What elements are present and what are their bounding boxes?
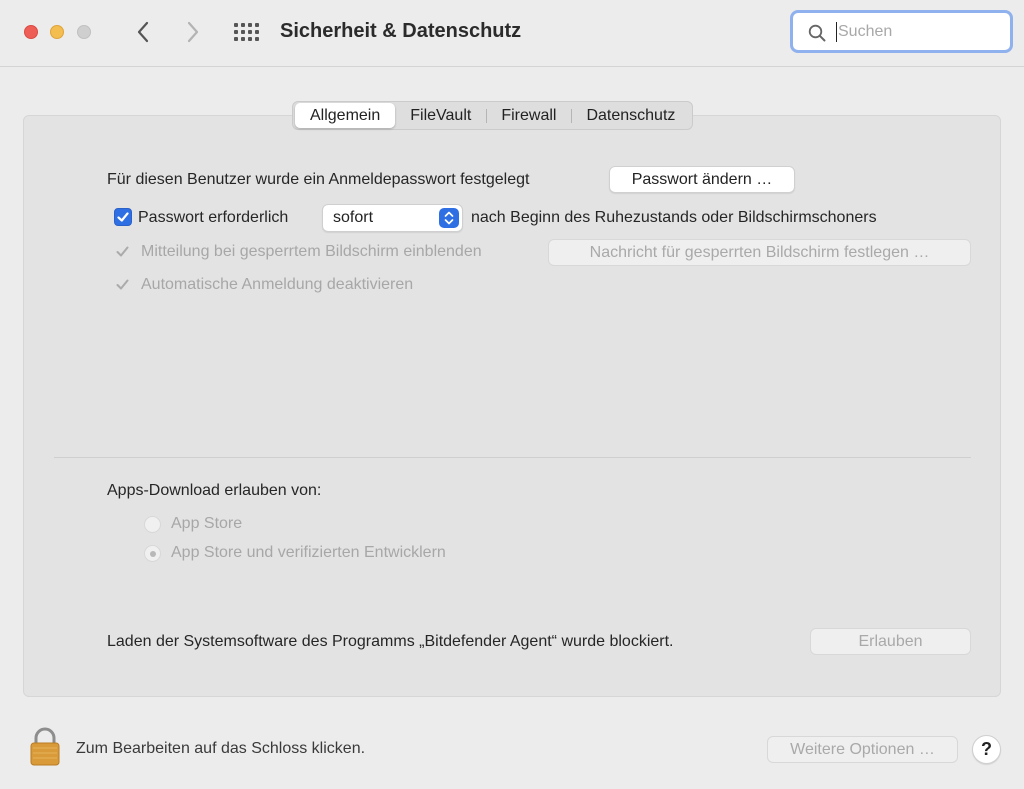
lock-message-label: Mitteilung bei gesperrtem Bildschirm ein… [141, 243, 482, 260]
require-password-label: Passwort erforderlich [138, 209, 289, 226]
text-cursor [836, 22, 837, 42]
padlock-icon [30, 727, 60, 766]
help-button[interactable]: ? [972, 735, 1001, 764]
up-down-arrows-icon [439, 208, 459, 228]
auto-login-checkbox[interactable] [114, 276, 132, 294]
lock-message-checkbox[interactable] [114, 243, 132, 261]
tab-privacy[interactable]: Datenschutz [571, 103, 690, 128]
magnifier-icon [808, 24, 826, 42]
show-all-button[interactable] [232, 21, 262, 45]
minimize-window-button[interactable] [50, 25, 64, 39]
lock-hint-text: Zum Bearbeiten auf das Schloss klicken. [76, 740, 366, 757]
checkmark-icon [117, 212, 129, 222]
forward-button[interactable] [178, 16, 208, 48]
search-field[interactable] [790, 10, 1013, 53]
require-password-delay-popup[interactable]: sofort [322, 204, 463, 232]
blocked-software-text: Laden der Systemsoftware des Programms „… [107, 633, 674, 650]
tab-general[interactable]: Allgemein [295, 103, 396, 128]
chevron-right-icon [187, 21, 199, 43]
allow-button[interactable]: Erlauben [810, 628, 971, 655]
preferences-panel [23, 115, 1001, 697]
auto-login-label: Automatische Anmeldung deaktivieren [141, 276, 414, 293]
more-options-button[interactable]: Weitere Optionen … [767, 736, 958, 763]
tab-filevault[interactable]: FileVault [395, 103, 486, 128]
search-input[interactable] [838, 20, 998, 44]
radio-app-store-identified[interactable] [144, 545, 161, 562]
close-window-button[interactable] [24, 25, 38, 39]
back-button[interactable] [128, 16, 158, 48]
checkmark-icon [116, 279, 129, 290]
radio-selected-dot [150, 551, 156, 557]
popup-value: sofort [333, 209, 374, 226]
chevron-left-icon [137, 21, 149, 43]
tab-firewall[interactable]: Firewall [486, 103, 571, 128]
password-status-text: Für diesen Benutzer wurde ein Anmeldepas… [107, 171, 530, 188]
window-toolbar: Sicherheit & Datenschutz [0, 0, 1024, 67]
window-title: Sicherheit & Datenschutz [280, 20, 522, 42]
section-divider [54, 457, 971, 458]
change-password-button[interactable]: Passwort ändern … [609, 166, 795, 193]
radio-app-store[interactable] [144, 516, 161, 533]
tab-bar: Allgemein FileVault Firewall Datenschutz [292, 101, 694, 130]
radio-app-store-identified-label: App Store und verifizierten Entwicklern [171, 544, 446, 561]
zoom-window-button[interactable] [77, 25, 91, 39]
require-password-suffix: nach Beginn des Ruhezustands oder Bildsc… [471, 209, 877, 226]
downloads-heading: Apps-Download erlauben von: [107, 482, 322, 499]
radio-app-store-label: App Store [171, 515, 243, 532]
lock-button[interactable] [28, 727, 62, 767]
checkmark-icon [116, 246, 129, 257]
require-password-checkbox[interactable] [114, 208, 132, 226]
set-lock-message-button[interactable]: Nachricht für gesperrten Bildschirm fest… [548, 239, 971, 266]
